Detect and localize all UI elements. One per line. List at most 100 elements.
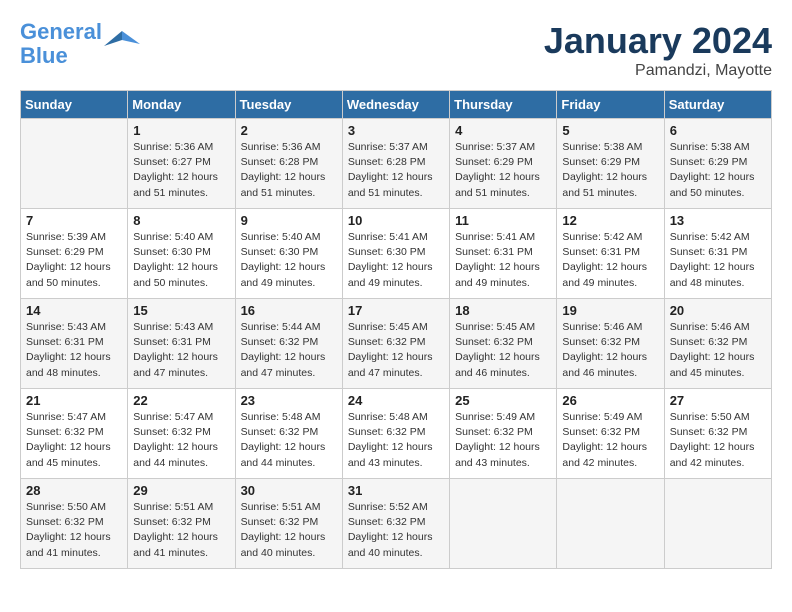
- day-number: 24: [348, 393, 444, 408]
- calendar-cell: 30Sunrise: 5:51 AM Sunset: 6:32 PM Dayli…: [235, 479, 342, 569]
- calendar-cell: 27 Sunrise: 5:50 AM Sunset: 6:32 PM Dayli…: [664, 389, 771, 479]
- calendar-cell: 25 Sunrise: 5:49 AM Sunset: 6:32 PM Dayli…: [450, 389, 557, 479]
- day-number: 4: [455, 123, 551, 138]
- page-header: GeneralBlue January 2024 Pamandzi, Mayot…: [20, 20, 772, 80]
- day-info: Sunrise: 5:41 AM Sunset: 6:30 PM Dayligh…: [348, 230, 444, 291]
- calendar-cell: 11 Sunrise: 5:41 AM Sunset: 6:31 PM Dayli…: [450, 209, 557, 299]
- day-info: Sunrise: 5:49 AM Sunset: 6:32 PM Dayligh…: [455, 410, 551, 471]
- calendar-cell: 28 Sunrise: 5:50 AM Sunset: 6:32 PM Dayli…: [21, 479, 128, 569]
- calendar-cell: 13 Sunrise: 5:42 AM Sunset: 6:31 PM Dayli…: [664, 209, 771, 299]
- day-info: Sunrise: 5:38 AM Sunset: 6:29 PM Dayligh…: [670, 140, 766, 201]
- logo-text: GeneralBlue: [20, 19, 102, 68]
- logo-bird-icon: [104, 26, 140, 62]
- calendar-cell: 3 Sunrise: 5:37 AM Sunset: 6:28 PM Daylig…: [342, 119, 449, 209]
- day-info: Sunrise: 5:42 AM Sunset: 6:31 PM Dayligh…: [670, 230, 766, 291]
- day-number: 28: [26, 483, 122, 498]
- calendar-week-row: 7 Sunrise: 5:39 AM Sunset: 6:29 PM Daylig…: [21, 209, 772, 299]
- day-number: 25: [455, 393, 551, 408]
- day-info: Sunrise: 5:51 AM Sunset: 6:32 PM Dayligh…: [133, 500, 229, 561]
- day-number: 30: [241, 483, 337, 498]
- day-number: 12: [562, 213, 658, 228]
- day-number: 15: [133, 303, 229, 318]
- calendar-cell: 24 Sunrise: 5:48 AM Sunset: 6:32 PM Dayli…: [342, 389, 449, 479]
- day-number: 7: [26, 213, 122, 228]
- weekday-header: Thursday: [450, 91, 557, 119]
- calendar-week-row: 28 Sunrise: 5:50 AM Sunset: 6:32 PM Dayli…: [21, 479, 772, 569]
- calendar-header-row: SundayMondayTuesdayWednesdayThursdayFrid…: [21, 91, 772, 119]
- day-number: 13: [670, 213, 766, 228]
- calendar-cell: 8Sunrise: 5:40 AM Sunset: 6:30 PM Daylig…: [128, 209, 235, 299]
- day-number: 27: [670, 393, 766, 408]
- weekday-header: Monday: [128, 91, 235, 119]
- day-info: Sunrise: 5:43 AM Sunset: 6:31 PM Dayligh…: [133, 320, 229, 381]
- calendar-cell: 5Sunrise: 5:38 AM Sunset: 6:29 PM Daylig…: [557, 119, 664, 209]
- day-number: 23: [241, 393, 337, 408]
- day-info: Sunrise: 5:52 AM Sunset: 6:32 PM Dayligh…: [348, 500, 444, 561]
- calendar-cell: 2Sunrise: 5:36 AM Sunset: 6:28 PM Daylig…: [235, 119, 342, 209]
- day-info: Sunrise: 5:49 AM Sunset: 6:32 PM Dayligh…: [562, 410, 658, 471]
- calendar-week-row: 1Sunrise: 5:36 AM Sunset: 6:27 PM Daylig…: [21, 119, 772, 209]
- calendar-week-row: 14 Sunrise: 5:43 AM Sunset: 6:31 PM Dayli…: [21, 299, 772, 389]
- calendar-cell: 1Sunrise: 5:36 AM Sunset: 6:27 PM Daylig…: [128, 119, 235, 209]
- logo: GeneralBlue: [20, 20, 140, 68]
- day-info: Sunrise: 5:37 AM Sunset: 6:28 PM Dayligh…: [348, 140, 444, 201]
- day-number: 20: [670, 303, 766, 318]
- day-number: 18: [455, 303, 551, 318]
- day-number: 11: [455, 213, 551, 228]
- calendar-cell: 12 Sunrise: 5:42 AM Sunset: 6:31 PM Dayli…: [557, 209, 664, 299]
- day-number: 3: [348, 123, 444, 138]
- day-info: Sunrise: 5:39 AM Sunset: 6:29 PM Dayligh…: [26, 230, 122, 291]
- weekday-header: Friday: [557, 91, 664, 119]
- day-number: 17: [348, 303, 444, 318]
- calendar-cell: 15 Sunrise: 5:43 AM Sunset: 6:31 PM Dayli…: [128, 299, 235, 389]
- calendar-cell: 6 Sunrise: 5:38 AM Sunset: 6:29 PM Daylig…: [664, 119, 771, 209]
- calendar-cell: 20Sunrise: 5:46 AM Sunset: 6:32 PM Dayli…: [664, 299, 771, 389]
- day-info: Sunrise: 5:47 AM Sunset: 6:32 PM Dayligh…: [26, 410, 122, 471]
- calendar-cell: 21Sunrise: 5:47 AM Sunset: 6:32 PM Dayli…: [21, 389, 128, 479]
- calendar-cell: 23 Sunrise: 5:48 AM Sunset: 6:32 PM Dayli…: [235, 389, 342, 479]
- day-info: Sunrise: 5:45 AM Sunset: 6:32 PM Dayligh…: [348, 320, 444, 381]
- day-info: Sunrise: 5:50 AM Sunset: 6:32 PM Dayligh…: [670, 410, 766, 471]
- calendar-cell: 26Sunrise: 5:49 AM Sunset: 6:32 PM Dayli…: [557, 389, 664, 479]
- location-subtitle: Pamandzi, Mayotte: [544, 62, 772, 80]
- day-info: Sunrise: 5:47 AM Sunset: 6:32 PM Dayligh…: [133, 410, 229, 471]
- calendar-table: SundayMondayTuesdayWednesdayThursdayFrid…: [20, 90, 772, 569]
- calendar-cell: 9 Sunrise: 5:40 AM Sunset: 6:30 PM Daylig…: [235, 209, 342, 299]
- calendar-cell: [557, 479, 664, 569]
- day-info: Sunrise: 5:40 AM Sunset: 6:30 PM Dayligh…: [241, 230, 337, 291]
- day-info: Sunrise: 5:48 AM Sunset: 6:32 PM Dayligh…: [348, 410, 444, 471]
- calendar-cell: 29 Sunrise: 5:51 AM Sunset: 6:32 PM Dayli…: [128, 479, 235, 569]
- calendar-cell: 16Sunrise: 5:44 AM Sunset: 6:32 PM Dayli…: [235, 299, 342, 389]
- title-block: January 2024 Pamandzi, Mayotte: [544, 20, 772, 80]
- calendar-week-row: 21Sunrise: 5:47 AM Sunset: 6:32 PM Dayli…: [21, 389, 772, 479]
- day-number: 6: [670, 123, 766, 138]
- day-info: Sunrise: 5:48 AM Sunset: 6:32 PM Dayligh…: [241, 410, 337, 471]
- day-number: 19: [562, 303, 658, 318]
- weekday-header: Saturday: [664, 91, 771, 119]
- calendar-cell: 19 Sunrise: 5:46 AM Sunset: 6:32 PM Dayli…: [557, 299, 664, 389]
- calendar-cell: 18Sunrise: 5:45 AM Sunset: 6:32 PM Dayli…: [450, 299, 557, 389]
- calendar-cell: 14 Sunrise: 5:43 AM Sunset: 6:31 PM Dayli…: [21, 299, 128, 389]
- calendar-cell: [450, 479, 557, 569]
- day-number: 29: [133, 483, 229, 498]
- calendar-cell: 4Sunrise: 5:37 AM Sunset: 6:29 PM Daylig…: [450, 119, 557, 209]
- day-info: Sunrise: 5:50 AM Sunset: 6:32 PM Dayligh…: [26, 500, 122, 561]
- day-info: Sunrise: 5:41 AM Sunset: 6:31 PM Dayligh…: [455, 230, 551, 291]
- day-info: Sunrise: 5:46 AM Sunset: 6:32 PM Dayligh…: [562, 320, 658, 381]
- day-number: 9: [241, 213, 337, 228]
- day-info: Sunrise: 5:40 AM Sunset: 6:30 PM Dayligh…: [133, 230, 229, 291]
- day-number: 31: [348, 483, 444, 498]
- day-info: Sunrise: 5:44 AM Sunset: 6:32 PM Dayligh…: [241, 320, 337, 381]
- weekday-header: Tuesday: [235, 91, 342, 119]
- day-info: Sunrise: 5:43 AM Sunset: 6:31 PM Dayligh…: [26, 320, 122, 381]
- day-info: Sunrise: 5:36 AM Sunset: 6:27 PM Dayligh…: [133, 140, 229, 201]
- weekday-header: Sunday: [21, 91, 128, 119]
- day-number: 10: [348, 213, 444, 228]
- day-info: Sunrise: 5:42 AM Sunset: 6:31 PM Dayligh…: [562, 230, 658, 291]
- calendar-cell: 17 Sunrise: 5:45 AM Sunset: 6:32 PM Dayli…: [342, 299, 449, 389]
- day-number: 14: [26, 303, 122, 318]
- month-title: January 2024: [544, 20, 772, 62]
- day-number: 2: [241, 123, 337, 138]
- weekday-header: Wednesday: [342, 91, 449, 119]
- day-number: 22: [133, 393, 229, 408]
